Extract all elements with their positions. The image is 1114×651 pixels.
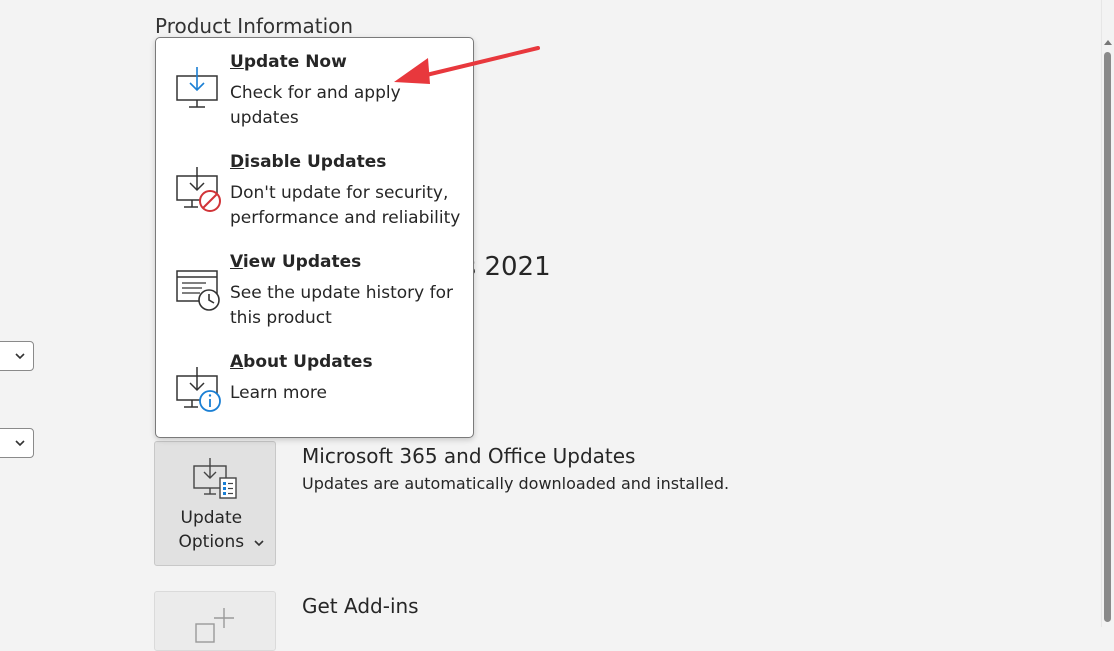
left-dropdown-2[interactable] (0, 428, 34, 458)
update-options-label: Update Options (155, 506, 275, 554)
updates-section: Microsoft 365 and Office Updates Updates… (302, 444, 729, 493)
updates-section-description: Updates are automatically downloaded and… (302, 474, 730, 493)
menu-item-description: Don't update for security, performance a… (230, 183, 461, 228)
update-options-button[interactable]: Update Options (154, 441, 276, 566)
menu-item-title: Disable Updates (230, 152, 387, 172)
annotation-arrow (394, 46, 540, 84)
update-options-icon (193, 458, 237, 499)
get-addins-button[interactable] (154, 591, 276, 651)
add-ins-icon (195, 608, 234, 643)
update-history-icon (176, 270, 220, 311)
vertical-scrollbar[interactable] (1101, 0, 1114, 627)
page-title: Product Information (155, 14, 354, 38)
scroll-up-icon[interactable] (1104, 40, 1112, 45)
menu-item-title: Update Now (230, 52, 347, 72)
left-dropdown-1[interactable] (0, 341, 34, 371)
chevron-down-icon (254, 540, 264, 547)
chevron-down-icon (15, 440, 25, 447)
update-options-menu: Update Now Check for and apply updates D… (155, 37, 474, 438)
menu-item-description: See the update history for this product (230, 283, 453, 328)
menu-item-disable-updates[interactable]: Disable Updates Don't update for securit… (156, 138, 473, 234)
download-monitor-icon (176, 67, 218, 108)
addins-section: Get Add-ins (302, 594, 419, 618)
menu-item-title: About Updates (230, 352, 373, 372)
menu-item-about-updates[interactable]: About Updates Learn more (156, 338, 473, 434)
about-updates-icon (176, 367, 221, 412)
scrollbar-thumb[interactable] (1104, 52, 1111, 622)
chevron-down-icon (15, 353, 25, 360)
menu-item-view-updates[interactable]: View Updates See the update history for … (156, 238, 473, 334)
menu-item-title: View Updates (230, 252, 362, 272)
menu-item-description: Learn more (230, 383, 327, 403)
disable-updates-icon (176, 167, 221, 212)
updates-section-title: Microsoft 365 and Office Updates (302, 444, 636, 468)
addins-section-title: Get Add-ins (302, 594, 419, 618)
